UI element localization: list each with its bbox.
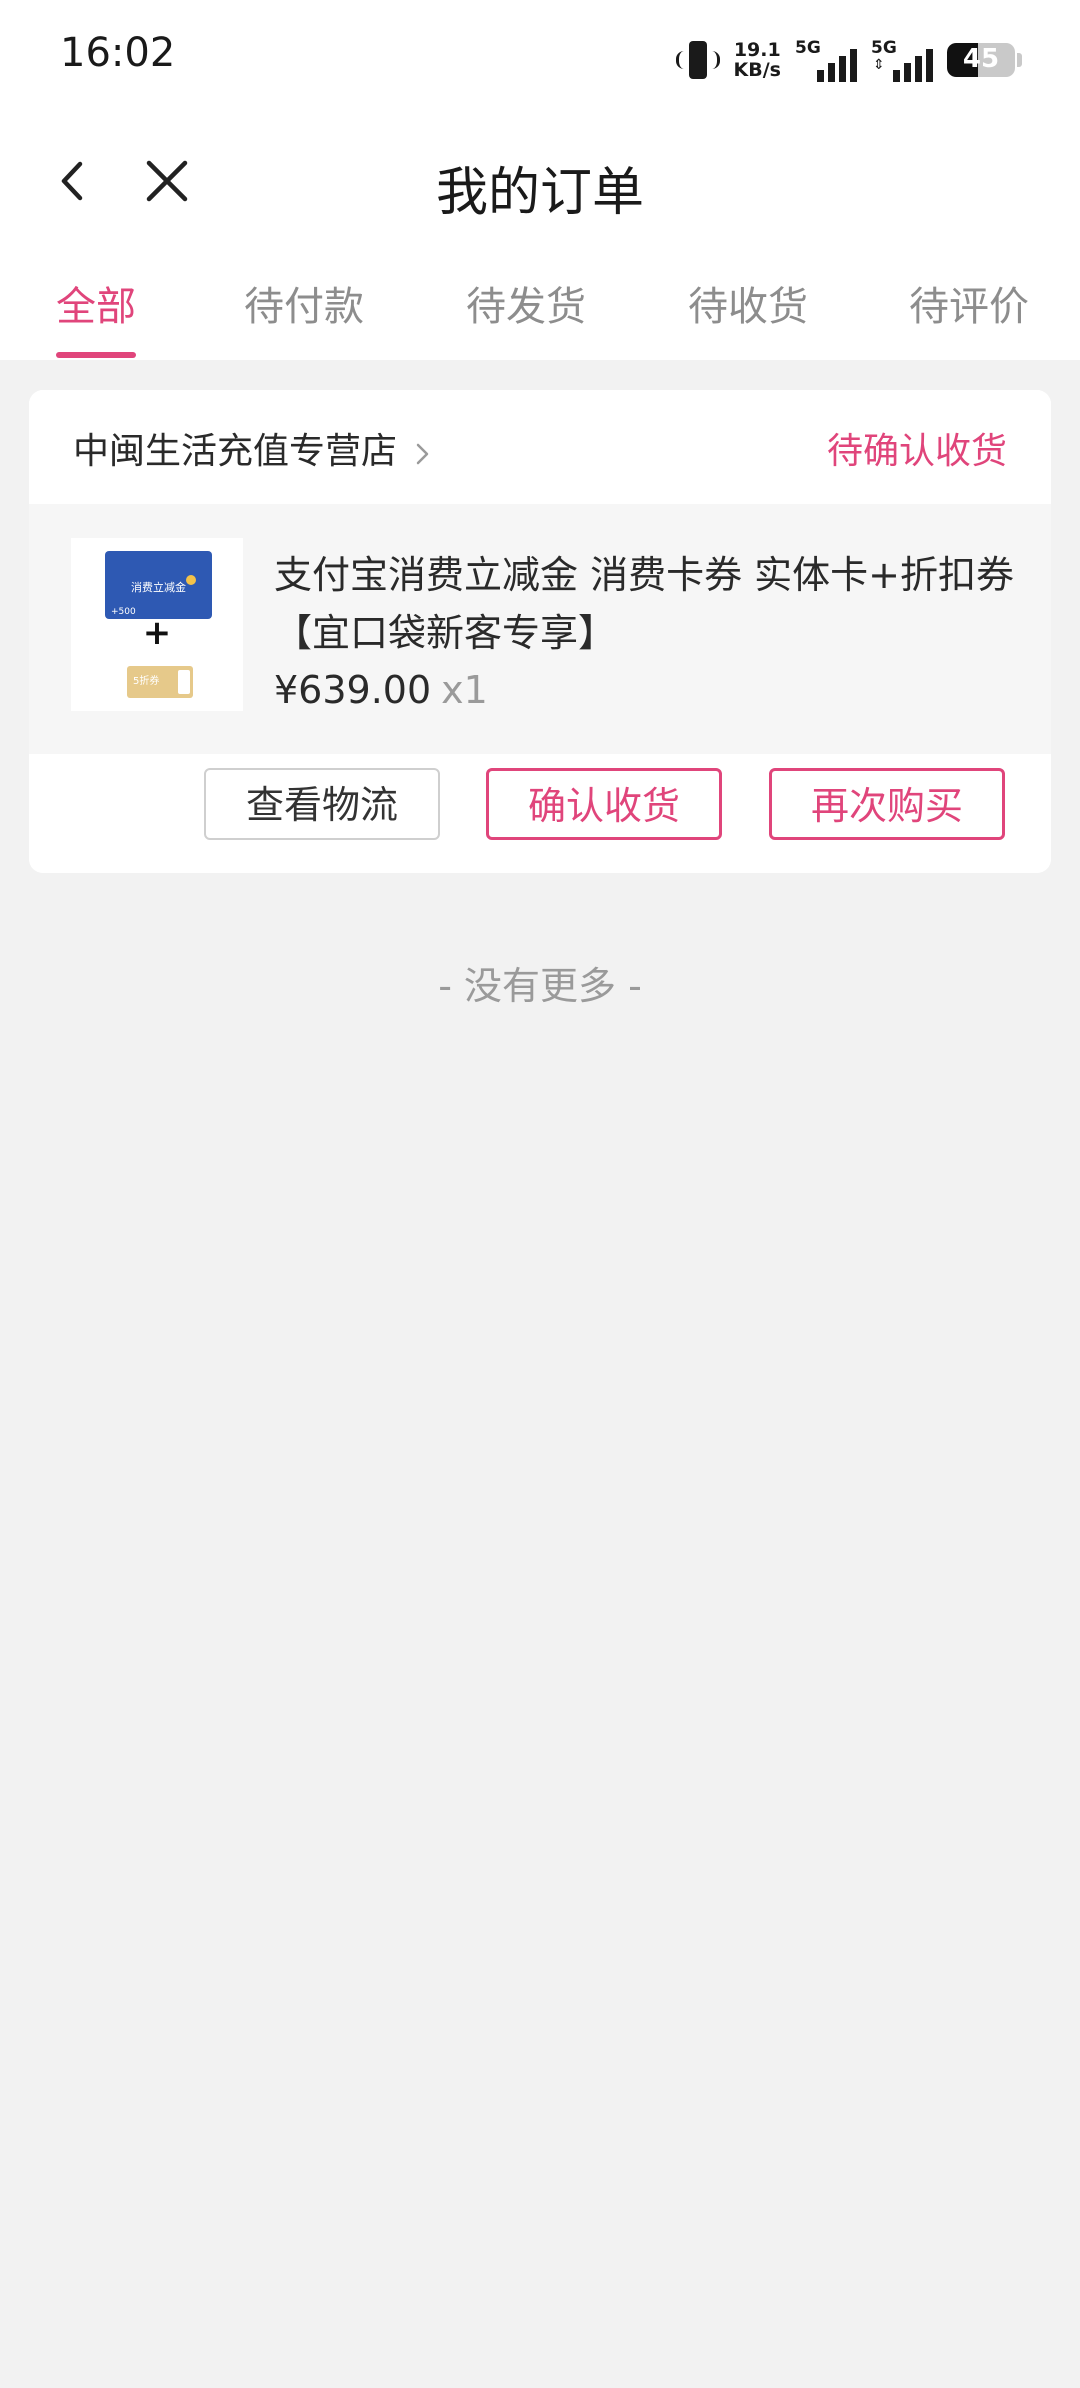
product-thumbnail: 消费立减金 +500 + 5折券 [71, 538, 243, 711]
tab-pending-receipt[interactable]: 待收货 [688, 274, 808, 332]
buy-again-button[interactable]: 再次购买 [769, 768, 1005, 840]
view-logistics-button[interactable]: 查看物流 [204, 768, 440, 840]
status-time: 16:02 [60, 30, 176, 76]
product-quantity: x1 [441, 668, 488, 712]
status-icons: 19.1 KB/s 5G 5G ⇕ 45 [675, 38, 1022, 82]
signal-icon-2: 5G ⇕ [871, 38, 933, 82]
battery-icon: 45 [947, 43, 1015, 77]
order-card[interactable]: 中闽生活充值专营店 待确认收货 消费立减金 +500 + 5折券 支付宝消费立减… [29, 390, 1051, 873]
nav-bar: 我的订单 [0, 120, 1080, 244]
coupon-text: 5折券 [133, 676, 160, 687]
coupon-image: 5折券 [127, 666, 193, 698]
product-price-line: ¥639.00 x1 [274, 668, 488, 712]
order-tabs: 全部 待付款 待发货 待收货 待评价 [0, 244, 1080, 360]
signal-icon-1: 5G [795, 38, 857, 82]
tab-pending-payment[interactable]: 待付款 [244, 274, 364, 332]
status-bar: 16:02 19.1 KB/s 5G 5G ⇕ 45 [0, 0, 1080, 120]
coin-icon [186, 575, 196, 585]
store-name: 中闽生活充值专营店 [73, 431, 398, 472]
page-title: 我的订单 [435, 163, 644, 223]
order-status: 待确认收货 [826, 431, 1007, 472]
tab-pending-shipment[interactable]: 待发货 [466, 274, 586, 332]
order-product[interactable]: 消费立减金 +500 + 5折券 支付宝消费立减金 消费卡券 实体卡+折扣券【宜… [29, 504, 1051, 754]
order-actions: 查看物流 确认收货 再次购买 [29, 754, 1051, 873]
plus-sign: + [142, 613, 172, 653]
network-speed: 19.1 KB/s [734, 40, 781, 80]
network-speed-value: 19.1 [733, 39, 781, 61]
no-more-text: - 没有更多 - [438, 964, 642, 1008]
network-speed-unit: KB/s [733, 59, 781, 81]
gift-card-text: 消费立减金 [131, 581, 186, 594]
confirm-receipt-button[interactable]: 确认收货 [486, 768, 722, 840]
product-price: ¥639.00 [274, 668, 432, 712]
order-card-header: 中闽生活充值专营店 待确认收货 [29, 390, 1051, 504]
active-tab-indicator [56, 352, 136, 358]
tab-pending-review[interactable]: 待评价 [909, 274, 1029, 332]
vibrate-icon [675, 41, 720, 79]
product-title: 支付宝消费立减金 消费卡券 实体卡+折扣券【宜口袋新客专享】 [274, 553, 1014, 655]
tab-all[interactable]: 全部 [56, 274, 136, 332]
gift-card-image: 消费立减金 +500 [105, 551, 212, 619]
store-link[interactable]: 中闽生活充值专营店 [73, 422, 433, 474]
battery-level: 45 [962, 44, 1000, 74]
chevron-right-icon [413, 435, 433, 465]
